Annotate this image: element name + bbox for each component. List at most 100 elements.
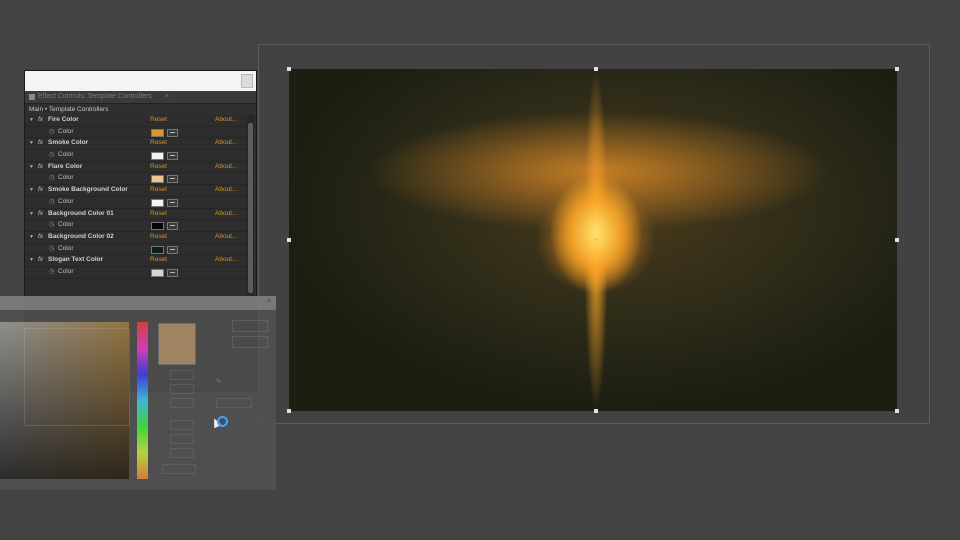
reset-button[interactable]: Reset	[150, 255, 167, 266]
stopwatch-icon[interactable]: ◷	[49, 197, 54, 208]
triangle-down-icon[interactable]: ▼	[29, 209, 34, 220]
stopwatch-icon[interactable]: ◷	[49, 220, 54, 231]
rgb-b-field[interactable]	[170, 448, 194, 458]
reset-button[interactable]: Reset	[150, 115, 167, 126]
hex-field[interactable]	[162, 464, 196, 474]
color-swatch[interactable]	[151, 128, 164, 137]
property-row: ◷ Color	[25, 150, 256, 162]
panel-menu-icon[interactable]	[29, 94, 35, 100]
triangle-down-icon[interactable]: ▼	[29, 138, 34, 149]
new-color-preview	[158, 323, 196, 365]
triangle-down-icon[interactable]: ▼	[29, 162, 34, 173]
effect-row[interactable]: ▼ fx Smoke Color Reset About...	[25, 138, 256, 151]
scrollbar-thumb[interactable]	[248, 123, 253, 293]
about-button[interactable]: About...	[215, 255, 237, 266]
color-picker-close-icon[interactable]: ×	[266, 296, 272, 307]
panel-close-button[interactable]	[241, 74, 253, 88]
color-swatch[interactable]	[151, 268, 164, 277]
about-button[interactable]: About...	[215, 232, 237, 243]
transform-handle-top-left[interactable]	[287, 67, 291, 71]
about-button[interactable]: About...	[215, 162, 237, 173]
eyedropper-icon[interactable]	[167, 128, 178, 137]
eyedropper-icon[interactable]: ✎	[216, 378, 221, 385]
effect-row[interactable]: ▼ fx Smoke Background Color Reset About...	[25, 185, 256, 197]
triangle-down-icon[interactable]: ▼	[29, 232, 34, 243]
reset-button[interactable]: Reset	[150, 185, 167, 196]
triangle-down-icon[interactable]: ▼	[29, 185, 34, 196]
about-button[interactable]: About...	[215, 209, 237, 220]
stopwatch-icon[interactable]: ◷	[49, 173, 54, 184]
effect-row[interactable]: ▼ fx Background Color 01 Reset About...	[25, 209, 256, 221]
effect-name: Smoke Background Color	[48, 186, 128, 194]
property-name: Color	[58, 197, 74, 205]
anchor-point-icon[interactable]: ⌖	[593, 235, 598, 245]
panel-tab-bar: Effect Controls: Template Controllers ×	[25, 91, 256, 104]
effect-name: Fire Color	[48, 116, 79, 123]
effect-row[interactable]: ▼ fx Fire Color Reset About...	[25, 115, 256, 127]
reset-button[interactable]: Reset	[150, 232, 167, 243]
stopwatch-icon[interactable]: ◷	[49, 150, 54, 161]
stopwatch-icon[interactable]: ◷	[49, 267, 54, 278]
fx-icon[interactable]: fx	[38, 232, 43, 243]
fx-icon[interactable]: fx	[38, 185, 43, 196]
fx-icon[interactable]: fx	[38, 209, 43, 220]
rgb-r-field[interactable]	[170, 420, 194, 430]
saturation-brightness-field[interactable]	[0, 322, 130, 479]
transform-handle-bottom-left[interactable]	[287, 409, 291, 413]
transform-handle-top-right[interactable]	[895, 67, 899, 71]
eyedropper-icon[interactable]	[167, 222, 178, 231]
hsb-h-field[interactable]	[170, 370, 194, 380]
effect-row[interactable]: ▼ fx Slogan Text Color Reset About...	[25, 255, 256, 267]
property-name: Color	[58, 127, 74, 135]
color-swatch[interactable]	[151, 152, 164, 161]
color-picker-dialog: × ✎	[0, 296, 276, 490]
tab-close-icon[interactable]: ×	[165, 91, 169, 103]
color-swatch[interactable]	[151, 198, 164, 207]
breadcrumb: Main • Template Controllers	[25, 104, 256, 115]
hsb-s-field[interactable]	[170, 384, 194, 394]
eyedropper-icon[interactable]	[167, 175, 178, 184]
eyedropper-icon[interactable]	[167, 198, 178, 207]
rgb-g-field[interactable]	[170, 434, 194, 444]
transform-handle-bottom[interactable]	[594, 409, 599, 413]
about-button[interactable]: About...	[215, 185, 237, 196]
effect-row[interactable]: ▼ fx Flare Color Reset About...	[25, 162, 256, 174]
fx-icon[interactable]: fx	[38, 162, 43, 173]
color-swatch[interactable]	[151, 245, 164, 254]
eyedropper-icon[interactable]	[167, 245, 178, 254]
transform-handle-right[interactable]	[895, 238, 899, 242]
preview-checkbox[interactable]	[216, 398, 252, 408]
transform-handle-top[interactable]	[594, 67, 599, 71]
triangle-down-icon[interactable]: ▼	[29, 115, 34, 126]
transform-handle-bottom-right[interactable]	[895, 409, 899, 413]
triangle-down-icon[interactable]: ▼	[29, 255, 34, 266]
composition-frame[interactable]: ⌖	[287, 67, 899, 413]
eyedropper-icon[interactable]	[167, 268, 178, 277]
fx-icon[interactable]: fx	[38, 138, 43, 149]
hsb-b-field[interactable]	[170, 398, 194, 408]
property-row: ◷ Color	[25, 197, 256, 209]
cancel-button[interactable]	[232, 336, 268, 348]
ok-button[interactable]	[232, 320, 268, 332]
tab-effect-controls[interactable]: Effect Controls: Template Controllers	[38, 91, 152, 103]
effect-row[interactable]: ▼ fx Background Color 02 Reset About...	[25, 232, 256, 244]
reset-button[interactable]: Reset	[150, 138, 167, 149]
color-swatch[interactable]	[151, 175, 164, 184]
transform-handle-left[interactable]	[287, 238, 291, 242]
reset-button[interactable]: Reset	[150, 209, 167, 220]
effect-list: ▼ fx Fire Color Reset About... ◷ Color ▼ fx Smoke…	[25, 115, 256, 279]
fx-icon[interactable]: fx	[38, 115, 43, 126]
fx-icon[interactable]: fx	[38, 255, 43, 266]
property-row: ◷ Color	[25, 267, 256, 279]
stopwatch-icon[interactable]: ◷	[49, 127, 54, 138]
stopwatch-icon[interactable]: ◷	[49, 244, 54, 255]
property-name: Color	[58, 267, 74, 275]
about-button[interactable]: About...	[215, 138, 237, 149]
property-name: Color	[58, 151, 74, 159]
reset-button[interactable]: Reset	[150, 162, 167, 173]
about-button[interactable]: About...	[215, 115, 237, 126]
eyedropper-icon[interactable]	[167, 152, 178, 161]
hue-slider[interactable]	[137, 322, 148, 479]
color-swatch[interactable]	[151, 222, 164, 231]
busy-indicator-icon	[217, 416, 228, 427]
